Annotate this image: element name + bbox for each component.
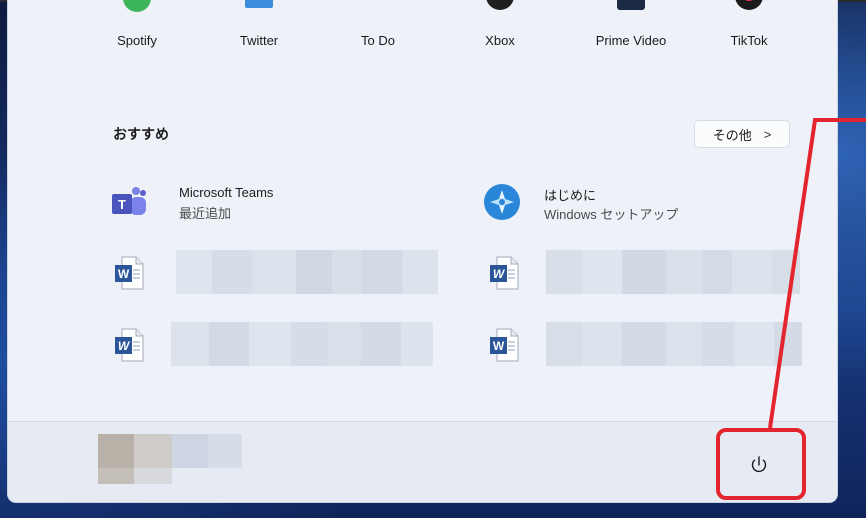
highlight-box xyxy=(716,428,806,500)
teams-icon: T xyxy=(110,185,148,219)
word-document-icon: W xyxy=(489,256,519,290)
pinned-app-label: Prime Video xyxy=(595,33,667,48)
spotify-icon xyxy=(123,0,151,12)
pinned-app-label: To Do xyxy=(361,33,395,48)
pinned-app-label: Twitter xyxy=(239,33,279,48)
svg-text:W: W xyxy=(118,339,131,353)
recommended-item-document[interactable]: W xyxy=(483,322,813,368)
start-menu-footer xyxy=(8,422,837,502)
pinned-app-prime-video[interactable]: Prime Video xyxy=(586,0,676,60)
recommended-item-document[interactable]: W xyxy=(108,250,438,296)
word-document-icon: W xyxy=(114,256,144,290)
pinned-app-twitter[interactable]: Twitter xyxy=(214,0,304,60)
recommended-item-title: はじめに xyxy=(544,188,597,203)
recommended-item-subtitle: Windows セットアップ xyxy=(544,207,679,222)
prime-video-icon xyxy=(617,0,645,10)
user-account-button[interactable] xyxy=(98,434,242,484)
todo-icon xyxy=(364,0,392,12)
pixelated-filename xyxy=(546,250,800,294)
more-button[interactable]: その他 > xyxy=(694,120,790,148)
pinned-app-todo[interactable]: To Do xyxy=(333,0,423,60)
pixelated-filename xyxy=(171,322,433,366)
avatar xyxy=(98,434,242,484)
word-document-icon: W xyxy=(489,328,519,362)
pinned-app-xbox[interactable]: Xbox xyxy=(455,0,545,60)
recommended-item-document[interactable]: W xyxy=(483,250,813,296)
svg-text:T: T xyxy=(118,197,126,212)
svg-text:W: W xyxy=(493,339,505,353)
recommended-item-document[interactable]: W xyxy=(108,322,438,368)
svg-text:W: W xyxy=(493,267,506,281)
chevron-right-icon: > xyxy=(763,126,772,142)
pinned-app-tiktok[interactable]: TikTok xyxy=(704,0,794,60)
start-menu: Spotify Twitter To Do Xbox Prime Video T… xyxy=(7,0,838,503)
recommended-item-subtitle: 最近追加 xyxy=(179,206,232,221)
tiktok-icon xyxy=(735,0,763,10)
pixelated-filename xyxy=(176,250,438,294)
recommended-item-title: Microsoft Teams xyxy=(179,185,274,200)
get-started-icon xyxy=(482,182,522,222)
pinned-app-label: TikTok xyxy=(730,33,768,48)
xbox-icon xyxy=(486,0,514,10)
more-button-label: その他 xyxy=(712,127,752,143)
pixelated-filename xyxy=(546,322,802,366)
pinned-app-label: Spotify xyxy=(117,33,157,48)
recommended-title: おすすめ xyxy=(113,126,169,142)
recommended-item-teams[interactable]: T Microsoft Teams 最近追加 xyxy=(106,185,436,231)
word-document-icon: W xyxy=(114,328,144,362)
pinned-app-label: Xbox xyxy=(485,33,515,48)
pinned-app-spotify[interactable]: Spotify xyxy=(92,0,182,60)
svg-text:W: W xyxy=(118,267,130,281)
twitter-icon xyxy=(245,0,273,8)
recommended-item-get-started[interactable]: はじめに Windows セットアップ xyxy=(482,180,812,226)
